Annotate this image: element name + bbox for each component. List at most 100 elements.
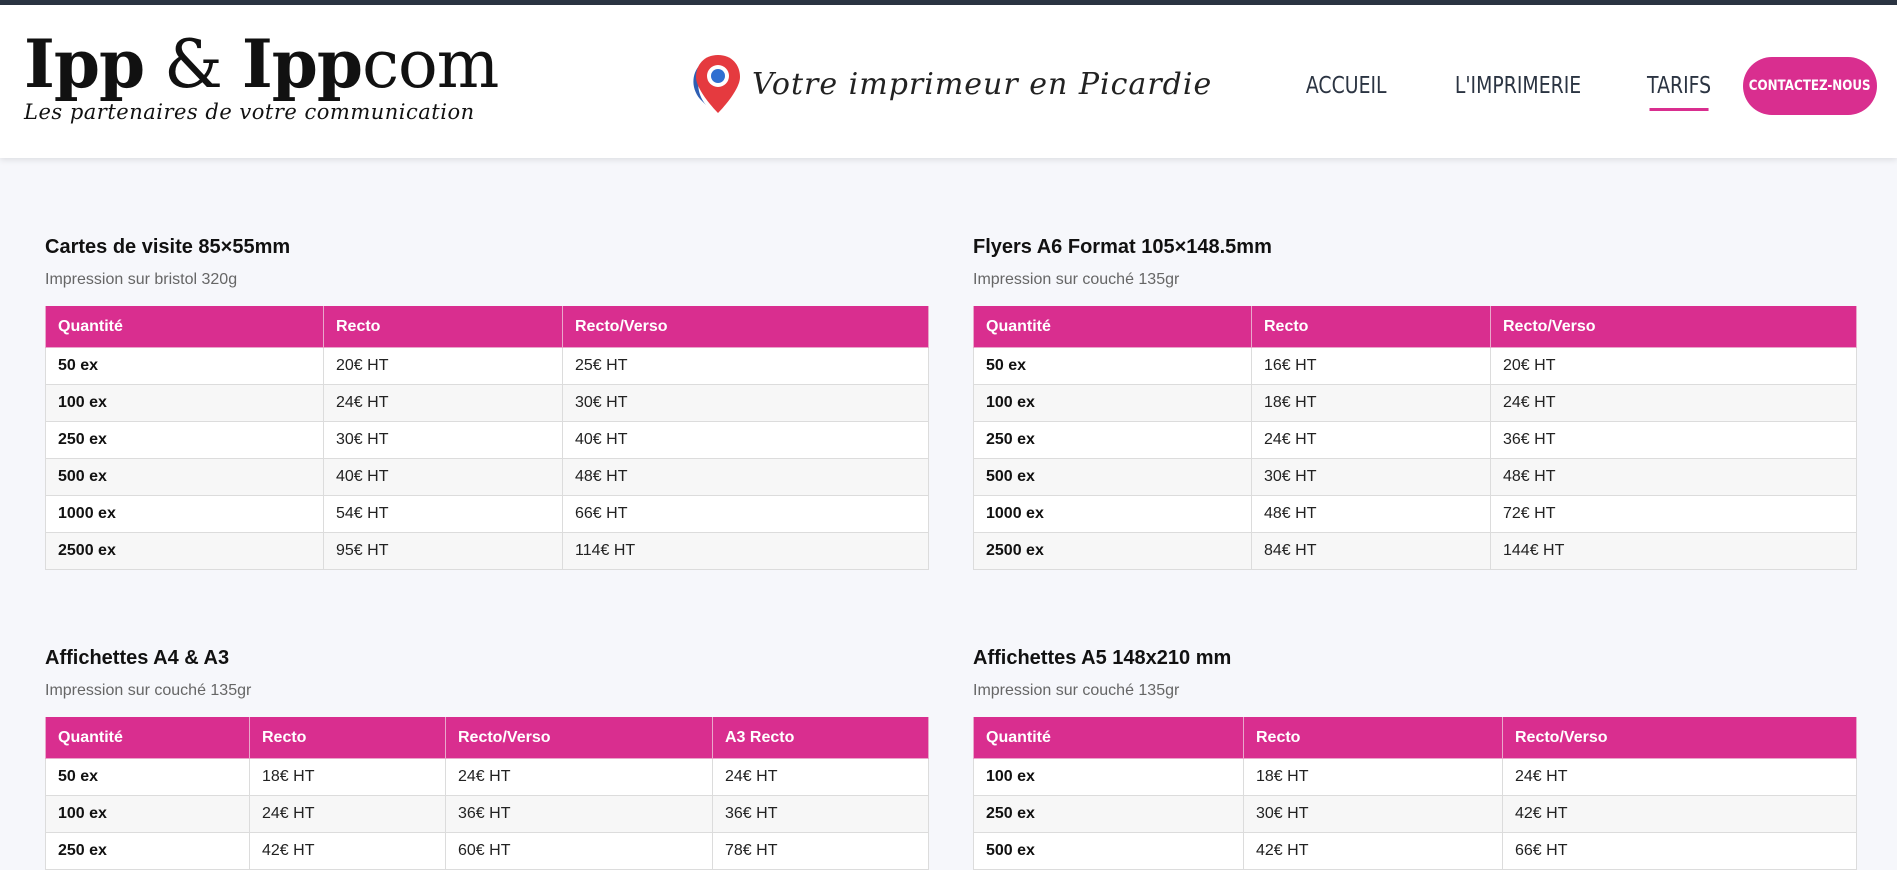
- logo-ippcom-ipp: Ipp: [241, 25, 363, 103]
- price-cell: 24€ HT: [1490, 384, 1857, 422]
- table-header-row: Quantité Recto Recto/Verso: [973, 717, 1857, 759]
- price-table: Quantité Recto Recto/Verso 50 ex 16€ HT 20…: [973, 306, 1857, 570]
- logo-ippcom-com: com: [362, 26, 499, 103]
- price-cell: 30€ HT: [562, 384, 929, 422]
- price-cell: 48€ HT: [1251, 495, 1491, 533]
- price-cell: 72€ HT: [1490, 495, 1857, 533]
- quantity-cell: 100 ex: [45, 384, 324, 422]
- price-cell: 144€ HT: [1490, 532, 1857, 570]
- pricing-section-affichettes-a4-a3: Affichettes A4 & A3 Impression sur couch…: [45, 647, 929, 870]
- table-row: 50 ex 16€ HT 20€ HT: [973, 347, 1857, 385]
- price-cell: 24€ HT: [1251, 421, 1491, 459]
- nav-accueil[interactable]: ACCUEIL: [1306, 73, 1387, 99]
- quantity-cell: 1000 ex: [973, 495, 1252, 533]
- price-cell: 36€ HT: [445, 795, 713, 833]
- header-slogan: Votre imprimeur en Picardie: [688, 53, 1212, 115]
- price-cell: 16€ HT: [1251, 347, 1491, 385]
- table-row: 500 ex 42€ HT 66€ HT: [973, 832, 1857, 870]
- column-header: Quantité: [973, 717, 1244, 759]
- section-subtitle: Impression sur couché 135gr: [45, 682, 252, 699]
- main-nav: ACCUEIL L'IMPRIMERIE TARIFS CONTACTEZ-NO…: [1297, 57, 1877, 115]
- table-row: 100 ex 18€ HT 24€ HT: [973, 384, 1857, 422]
- quantity-cell: 100 ex: [45, 795, 250, 833]
- table-header-row: Quantité Recto Recto/Verso: [973, 306, 1857, 348]
- price-cell: 48€ HT: [1490, 458, 1857, 496]
- price-cell: 30€ HT: [1251, 458, 1491, 496]
- column-header: Quantité: [973, 306, 1252, 348]
- section-title: Cartes de visite 85×55mm: [45, 236, 291, 258]
- column-header: Recto: [1243, 717, 1503, 759]
- price-table: Quantité Recto Recto/Verso A3 Recto 50 e…: [45, 717, 929, 870]
- price-table: Quantité Recto Recto/Verso 100 ex 18€ HT 2…: [973, 717, 1857, 870]
- quantity-cell: 250 ex: [45, 421, 324, 459]
- price-cell: 30€ HT: [323, 421, 563, 459]
- pricing-section-flyers-a6: Flyers A6 Format 105×148.5mm Impression …: [973, 236, 1857, 570]
- price-cell: 40€ HT: [323, 458, 563, 496]
- column-header: A3 Recto: [712, 717, 929, 759]
- column-header: Recto: [249, 717, 446, 759]
- pricing-section-business-cards: Cartes de visite 85×55mm Impression sur …: [45, 236, 929, 570]
- table-row: 2500 ex 84€ HT 144€ HT: [973, 532, 1857, 570]
- table-row: 500 ex 40€ HT 48€ HT: [45, 458, 929, 496]
- quantity-cell: 50 ex: [45, 347, 324, 385]
- price-cell: 24€ HT: [445, 758, 713, 796]
- quantity-cell: 2500 ex: [973, 532, 1252, 570]
- slogan-text: Votre imprimeur en Picardie: [752, 66, 1213, 102]
- price-cell: 48€ HT: [562, 458, 929, 496]
- quantity-cell: 250 ex: [973, 421, 1252, 459]
- quantity-cell: 500 ex: [973, 458, 1252, 496]
- price-cell: 60€ HT: [445, 832, 713, 870]
- price-cell: 20€ HT: [1490, 347, 1857, 385]
- table-header-row: Quantité Recto Recto/Verso: [45, 306, 929, 348]
- section-subtitle: Impression sur couché 135gr: [973, 682, 1180, 699]
- price-cell: 30€ HT: [1243, 795, 1503, 833]
- table-row: 500 ex 30€ HT 48€ HT: [973, 458, 1857, 496]
- table-row: 250 ex 30€ HT 42€ HT: [973, 795, 1857, 833]
- table-row: 100 ex 24€ HT 36€ HT 36€ HT: [45, 795, 929, 833]
- quantity-cell: 100 ex: [973, 384, 1252, 422]
- quantity-cell: 100 ex: [973, 758, 1244, 796]
- logo-ipp: Ipp: [24, 25, 145, 103]
- price-cell: 42€ HT: [1243, 832, 1503, 870]
- table-row: 2500 ex 95€ HT 114€ HT: [45, 532, 929, 570]
- price-cell: 24€ HT: [1502, 758, 1857, 796]
- price-cell: 66€ HT: [1502, 832, 1857, 870]
- quantity-cell: 2500 ex: [45, 532, 324, 570]
- quantity-cell: 1000 ex: [45, 495, 324, 533]
- table-header-row: Quantité Recto Recto/Verso A3 Recto: [45, 717, 929, 759]
- price-cell: 18€ HT: [249, 758, 446, 796]
- quantity-cell: 500 ex: [973, 832, 1244, 870]
- nav-imprimerie[interactable]: L'IMPRIMERIE: [1455, 73, 1581, 99]
- column-header: Recto/Verso: [1502, 717, 1857, 759]
- price-cell: 78€ HT: [712, 832, 929, 870]
- quantity-cell: 250 ex: [973, 795, 1244, 833]
- price-cell: 24€ HT: [249, 795, 446, 833]
- site-logo[interactable]: Ipp & Ippcom Les partenaires de votre co…: [24, 31, 499, 124]
- price-cell: 24€ HT: [323, 384, 563, 422]
- column-header: Quantité: [45, 717, 250, 759]
- quantity-cell: 50 ex: [45, 758, 250, 796]
- table-row: 250 ex 30€ HT 40€ HT: [45, 421, 929, 459]
- price-cell: 42€ HT: [1502, 795, 1857, 833]
- price-cell: 54€ HT: [323, 495, 563, 533]
- section-title: Flyers A6 Format 105×148.5mm: [973, 236, 1272, 258]
- section-subtitle: Impression sur bristol 320g: [45, 271, 238, 288]
- quantity-cell: 500 ex: [45, 458, 324, 496]
- logo-ampersand: &: [164, 26, 223, 103]
- price-cell: 40€ HT: [562, 421, 929, 459]
- logo-wordmark: Ipp & Ippcom: [24, 31, 499, 98]
- contact-button[interactable]: CONTACTEZ-NOUS: [1743, 57, 1877, 115]
- table-row: 250 ex 42€ HT 60€ HT 78€ HT: [45, 832, 929, 870]
- table-row: 1000 ex 48€ HT 72€ HT: [973, 495, 1857, 533]
- contact-button-label: CONTACTEZ-NOUS: [1749, 78, 1871, 94]
- price-cell: 114€ HT: [562, 532, 929, 570]
- column-header: Recto/Verso: [562, 306, 929, 348]
- table-row: 100 ex 18€ HT 24€ HT: [973, 758, 1857, 796]
- table-row: 1000 ex 54€ HT 66€ HT: [45, 495, 929, 533]
- column-header: Recto: [1251, 306, 1491, 348]
- location-pin-icon: [693, 55, 740, 113]
- price-table: Quantité Recto Recto/Verso 50 ex 20€ HT 25…: [45, 306, 929, 570]
- site-header: Ipp & Ippcom Les partenaires de votre co…: [0, 5, 1897, 158]
- nav-tarifs[interactable]: TARIFS: [1647, 73, 1711, 111]
- price-cell: 18€ HT: [1243, 758, 1503, 796]
